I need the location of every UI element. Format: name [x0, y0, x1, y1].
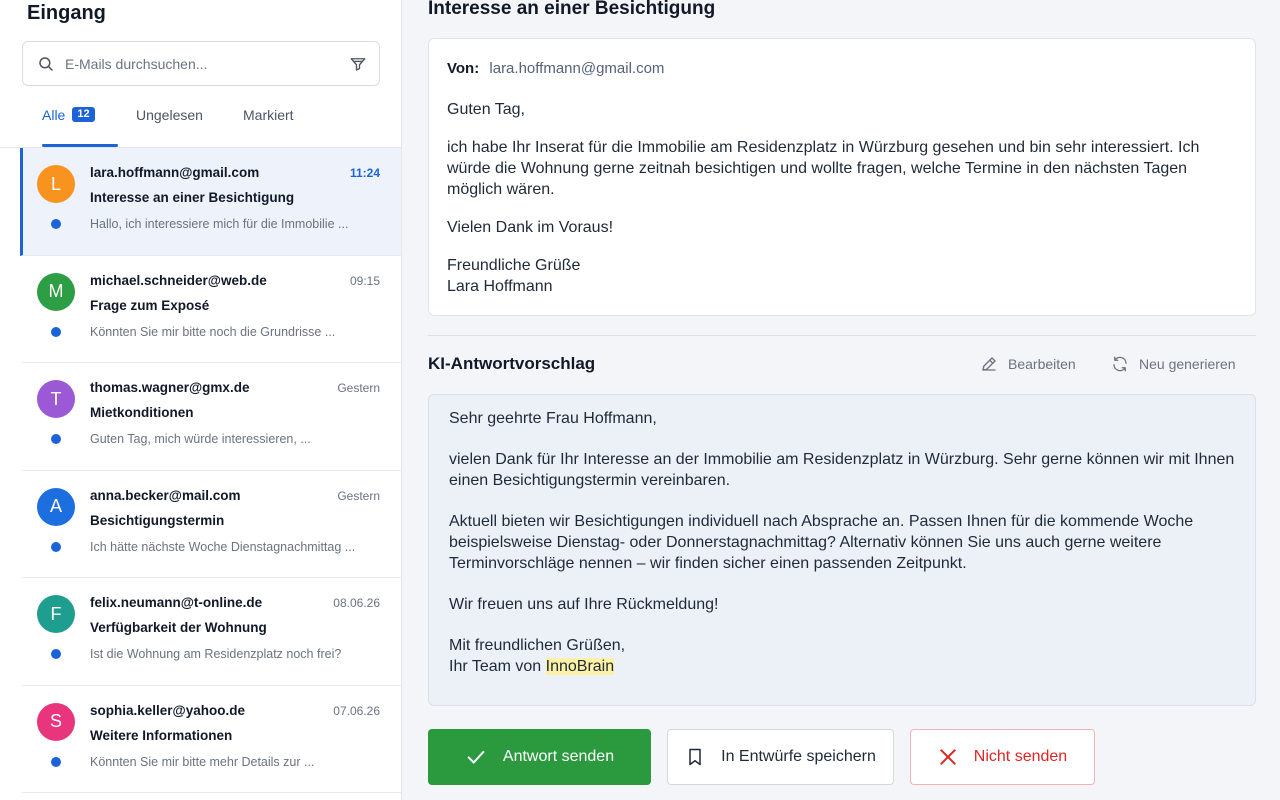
reply-team-line: Ihr Team von InnoBrain: [449, 656, 1239, 677]
tab-unread[interactable]: Ungelesen: [136, 104, 203, 148]
mail-list: L lara.hoffmann@gmail.com 11:24 Interess…: [0, 148, 401, 793]
mail-item[interactable]: L lara.hoffmann@gmail.com 11:24 Interess…: [20, 148, 401, 256]
mail-preview: Hallo, ich interessiere mich für die Imm…: [90, 217, 349, 231]
tab-all[interactable]: Alle 12: [42, 104, 95, 148]
email-paragraph: ich habe Ihr Inserat für die Immobilie a…: [447, 139, 1200, 198]
avatar: M: [37, 272, 75, 311]
ai-reply-box[interactable]: Sehr geehrte Frau Hoffmann, vielen Dank …: [428, 394, 1256, 706]
pencil-icon: [982, 357, 996, 371]
bookmark-icon: [689, 748, 701, 766]
email-subject-title: Interesse an einer Besichtigung: [428, 0, 716, 19]
mail-subject: Besichtigungstermin: [90, 512, 225, 528]
email-body: Guten Tag, ich habe Ihr Inserat für die …: [447, 99, 1227, 297]
mail-sender: sophia.keller@yahoo.de: [90, 702, 245, 718]
mail-time: 09:15: [349, 273, 380, 288]
tab-flagged[interactable]: Markiert: [243, 104, 294, 148]
edit-label: Bearbeiten: [1008, 356, 1076, 372]
email-closing: Freundliche Grüße: [447, 257, 581, 274]
mail-preview: Ich hätte nächste Woche Dienstagnachmitt…: [90, 539, 356, 554]
search-input[interactable]: [65, 55, 349, 72]
regenerate-button[interactable]: Neu generieren: [1111, 355, 1236, 373]
mail-item[interactable]: T thomas.wagner@gmx.de Gestern Mietkondi…: [22, 363, 401, 471]
reply-paragraph: Aktuell bieten wir Besichtigungen indivi…: [449, 513, 1194, 572]
search-icon: [39, 56, 53, 71]
mail-time: 11:24: [349, 166, 380, 180]
unread-dot: [51, 219, 61, 229]
unread-dot: [51, 541, 61, 552]
unread-dot: [51, 326, 61, 337]
mail-preview: Guten Tag, mich würde interessieren, ...: [90, 432, 311, 446]
reply-paragraph: Wir freuen uns auf Ihre Rückmeldung!: [449, 596, 719, 613]
mail-subject: Interesse an einer Besichtigung: [90, 190, 295, 205]
mail-preview: Könnten Sie mir bitte mehr Details zur .…: [90, 754, 315, 769]
mail-subject: Weitere Informationen: [90, 727, 233, 743]
do-not-send-button[interactable]: Nicht senden: [910, 729, 1095, 785]
checkmark-icon: [467, 750, 485, 764]
unread-dot: [51, 756, 61, 767]
mail-item[interactable]: A anna.becker@mail.com Gestern Besichtig…: [22, 471, 401, 578]
unread-dot: [51, 649, 61, 659]
mail-subject: Verfügbarkeit der Wohnung: [90, 620, 267, 635]
mail-time: Gestern: [337, 381, 380, 395]
mail-sender: lara.hoffmann@gmail.com: [90, 165, 260, 180]
email-message-card: Von: lara.hoffmann@gmail.com Guten Tag, …: [428, 38, 1256, 316]
avatar: L: [37, 165, 75, 203]
mail-time: 08.06.26: [333, 596, 380, 610]
reply-paragraph: vielen Dank für Ihr Interesse an der Imm…: [449, 451, 1235, 489]
mail-sender: felix.neumann@t-online.de: [90, 595, 263, 610]
mail-preview: Könnten Sie mir bitte noch die Grundriss…: [90, 324, 336, 339]
avatar: S: [37, 702, 75, 741]
ai-reply-body: Sehr geehrte Frau Hoffmann, vielen Dank …: [449, 408, 1239, 677]
save-draft-button[interactable]: In Entwürfe speichern: [667, 729, 894, 785]
edit-button[interactable]: Bearbeiten: [980, 355, 1076, 373]
inbox-title: Eingang: [27, 2, 106, 24]
email-detail-panel: Interesse an einer Besichtigung Von: lar…: [402, 0, 1280, 800]
filter-icon[interactable]: [349, 55, 367, 73]
send-reply-label: Antwort senden: [502, 748, 615, 765]
search-box[interactable]: [22, 41, 380, 86]
company-name: InnoBrain: [545, 658, 615, 675]
avatar: T: [37, 380, 75, 418]
email-thanks: Vielen Dank im Voraus!: [447, 219, 614, 236]
mail-tabs: Alle 12 Ungelesen Markiert: [22, 104, 380, 148]
section-divider: [428, 335, 1256, 336]
do-not-send-label: Nicht senden: [973, 748, 1068, 765]
save-draft-label: In Entwürfe speichern: [721, 748, 876, 765]
mail-sender: michael.schneider@web.de: [90, 272, 267, 288]
mail-sender: thomas.wagner@gmx.de: [90, 380, 250, 395]
mail-item[interactable]: M michael.schneider@web.de 09:15 Frage z…: [22, 256, 401, 363]
email-greeting: Guten Tag,: [447, 101, 525, 118]
mail-subject: Frage zum Exposé: [90, 297, 210, 313]
from-address[interactable]: lara.hoffmann@gmail.com: [489, 60, 664, 77]
mail-item[interactable]: F felix.neumann@t-online.de 08.06.26 Ver…: [22, 578, 401, 686]
inbox-panel: Eingang Alle 12 Ungelesen Markiert L lar…: [0, 0, 402, 800]
unread-count-badge: 12: [72, 107, 95, 122]
mail-time: Gestern: [337, 488, 380, 503]
mail-subject: Mietkonditionen: [90, 405, 194, 420]
from-label: Von:: [447, 60, 480, 77]
mail-item[interactable]: S sophia.keller@yahoo.de 07.06.26 Weiter…: [22, 686, 401, 793]
unread-dot: [51, 434, 61, 444]
tab-all-label: Alle: [42, 107, 66, 123]
ai-reply-title: KI-Antwortvorschlag: [428, 354, 596, 373]
mail-preview: Ist die Wohnung am Residenzplatz noch fr…: [90, 647, 342, 661]
regenerate-label: Neu generieren: [1139, 356, 1236, 372]
send-reply-button[interactable]: Antwort senden: [428, 729, 651, 785]
avatar: F: [37, 595, 75, 633]
mail-time: 07.06.26: [333, 703, 380, 718]
close-icon: [940, 749, 956, 765]
reply-team-prefix: Ihr Team von: [449, 658, 546, 675]
mail-sender: anna.becker@mail.com: [90, 487, 241, 503]
from-row: Von: lara.hoffmann@gmail.com: [447, 60, 664, 77]
email-signature: Lara Hoffmann: [447, 278, 553, 295]
refresh-icon: [1113, 356, 1127, 372]
reply-salutation: Sehr geehrte Frau Hoffmann,: [449, 410, 657, 427]
reply-closing: Mit freundlichen Grüßen,: [449, 637, 626, 654]
avatar: A: [37, 487, 75, 526]
